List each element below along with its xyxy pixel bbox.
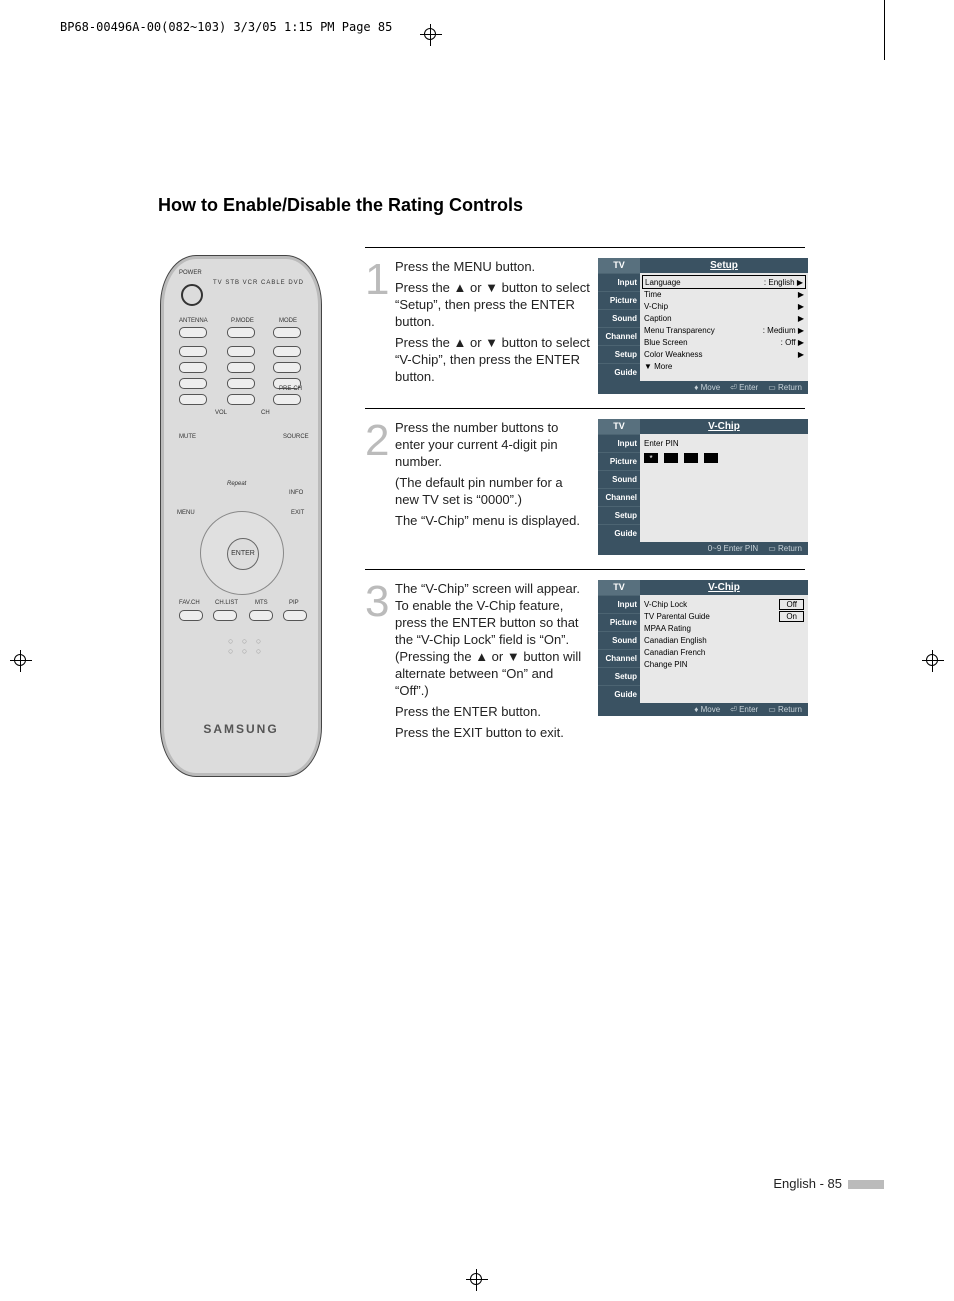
num-3	[273, 346, 301, 357]
antenna-button	[179, 327, 207, 338]
favch-label: FAV.CH	[179, 600, 200, 606]
brand-logo: SAMSUNG	[161, 722, 321, 736]
mode-button	[273, 327, 301, 338]
page-footer: English - 85	[773, 1176, 884, 1191]
osd-setup-main: Language: English ▶ Time▶ V-Chip▶ Captio…	[640, 273, 808, 381]
pmode-button	[227, 327, 255, 338]
prech-label: PRE-CH	[279, 386, 302, 392]
print-header: BP68-00496A-00(082~103) 3/3/05 1:15 PM P…	[60, 20, 392, 34]
power-button-icon	[181, 284, 203, 306]
dash-button	[179, 394, 207, 405]
crop-rule	[884, 0, 885, 60]
mts-button	[249, 610, 273, 621]
mts-label: MTS	[255, 600, 268, 606]
pin-boxes: *	[644, 453, 804, 463]
ch-label: CH	[261, 410, 270, 416]
step-text: The “V-Chip” screen will appear. To enab…	[395, 580, 598, 745]
mode-row-label: TV STB VCR CABLE DVD	[213, 280, 304, 286]
step-text: Press the MENU button. Press the ▲ or ▼ …	[395, 258, 598, 389]
step-text: Press the number buttons to enter your c…	[395, 419, 598, 533]
pip-button	[283, 610, 307, 621]
favch-button	[179, 610, 203, 621]
osd-setup: TVSetup Input Picture Sound Channel Setu…	[598, 258, 808, 394]
dot-row-1: ○ ○ ○○ ○ ○	[228, 636, 264, 656]
dpad: ENTER	[200, 511, 284, 595]
crop-mark-bottom	[466, 1269, 488, 1291]
prech-button	[273, 394, 301, 405]
page-title: How to Enable/Disable the Rating Control…	[158, 195, 523, 216]
num-8	[227, 378, 255, 389]
chlist-label: CH.LIST	[215, 600, 238, 606]
num-0	[227, 394, 255, 405]
osd-vchip-menu: TVV-Chip Input Picture Sound Channel Set…	[598, 580, 808, 716]
mode-label: MODE	[279, 318, 297, 324]
crop-mark-top	[420, 24, 442, 46]
source-label: SOURCE	[283, 434, 309, 440]
crop-mark-right	[922, 650, 944, 672]
num-5	[227, 362, 255, 373]
osd-vchip-main: V-Chip LockOff TV Parental GuideOn MPAA …	[640, 595, 808, 703]
repeat-label: Repeat	[227, 481, 246, 487]
osd-pin-main: Enter PIN *	[640, 434, 808, 542]
enter-button: ENTER	[227, 538, 259, 570]
menu-label: MENU	[177, 510, 195, 516]
vol-label: VOL	[215, 410, 227, 416]
crop-mark-left	[10, 650, 32, 672]
remote-illustration: POWER TV STB VCR CABLE DVD ANTENNA P.MOD…	[160, 255, 322, 777]
info-label: INFO	[289, 490, 303, 496]
mute-label: MUTE	[179, 434, 196, 440]
power-label: POWER	[179, 270, 202, 276]
chlist-button	[213, 610, 237, 621]
pmode-label: P.MODE	[231, 318, 254, 324]
step-3: 3 The “V-Chip” screen will appear. To en…	[365, 570, 805, 759]
osd-vchip-pin: TVV-Chip Input Picture Sound Channel Set…	[598, 419, 808, 555]
footer-bar-icon	[848, 1180, 884, 1189]
num-6	[273, 362, 301, 373]
steps-column: 1 Press the MENU button. Press the ▲ or …	[365, 247, 805, 759]
antenna-label: ANTENNA	[179, 318, 208, 324]
step-1: 1 Press the MENU button. Press the ▲ or …	[365, 248, 805, 409]
step-number: 1	[365, 258, 395, 302]
step-number: 3	[365, 580, 395, 624]
num-7	[179, 378, 207, 389]
num-2	[227, 346, 255, 357]
step-2: 2 Press the number buttons to enter your…	[365, 409, 805, 570]
step-number: 2	[365, 419, 395, 463]
num-1	[179, 346, 207, 357]
exit-label: EXIT	[291, 510, 304, 516]
pip-label: PIP	[289, 600, 299, 606]
num-4	[179, 362, 207, 373]
